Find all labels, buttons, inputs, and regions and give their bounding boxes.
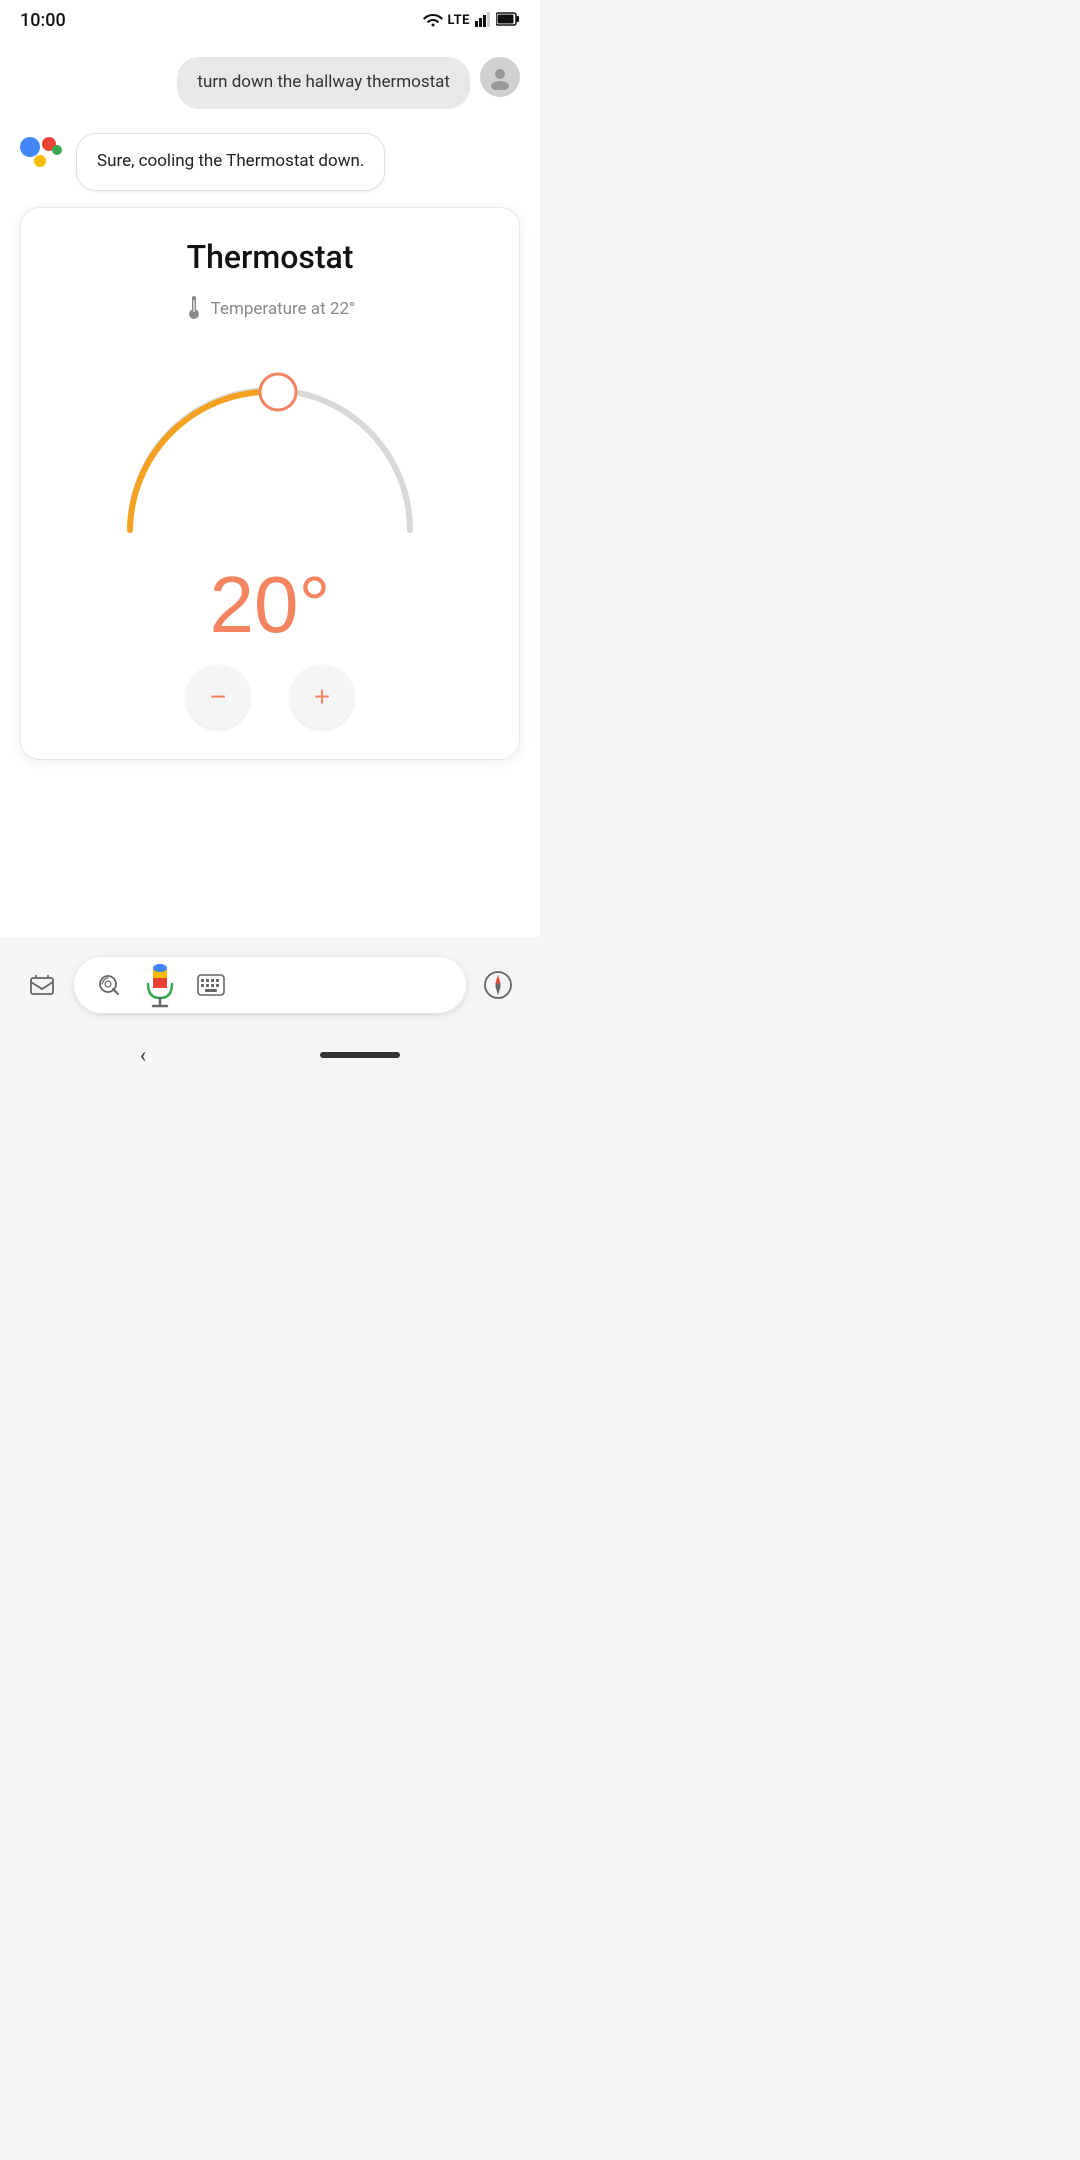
temperature-value: 20° [41, 565, 499, 645]
increase-button[interactable]: + [290, 665, 354, 729]
lte-label: LTE [448, 13, 470, 28]
lens-button[interactable] [92, 968, 126, 1002]
status-bar: 10:00 LTE [0, 0, 540, 37]
dial-svg [100, 345, 440, 545]
google-assistant-icon [20, 137, 64, 181]
thermostat-title: Thermostat [41, 238, 499, 276]
controls-row: − + [41, 665, 499, 729]
decrease-button[interactable]: − [186, 665, 250, 729]
inbox-button[interactable] [20, 963, 64, 1007]
temperature-label-row: Temperature at 22° [41, 294, 499, 325]
temperature-label: Temperature at 22° [211, 299, 356, 319]
thermometer-icon [185, 294, 203, 325]
dot-yellow [34, 155, 46, 167]
nav-bar: ‹ [0, 1033, 540, 1077]
microphone-button[interactable] [142, 962, 178, 1008]
keyboard-button[interactable] [194, 968, 228, 1002]
input-bar-container [0, 957, 540, 1013]
assistant-row: Sure, cooling the Thermostat down. [20, 133, 520, 191]
status-icons: LTE [423, 11, 520, 31]
user-bubble: turn down the hallway thermostat [177, 57, 470, 109]
home-pill[interactable] [320, 1052, 400, 1058]
user-message-text: turn down the hallway thermostat [197, 72, 450, 92]
input-pill [74, 957, 466, 1013]
thermostat-dial [100, 345, 440, 545]
back-button[interactable]: ‹ [140, 1043, 146, 1067]
battery-icon [496, 11, 520, 30]
bottom-area: ‹ [0, 937, 540, 1087]
compass-button[interactable] [476, 963, 520, 1007]
main-content: turn down the hallway thermostat Sure, c… [0, 37, 540, 937]
signal-icon [475, 11, 491, 31]
status-time: 10:00 [20, 10, 66, 31]
dot-green [52, 145, 62, 155]
dot-blue [20, 137, 40, 157]
user-avatar [480, 57, 520, 97]
thermostat-card: Thermostat Temperature at 22° [20, 207, 520, 760]
user-message-row: turn down the hallway thermostat [20, 57, 520, 109]
wifi-icon [423, 11, 443, 31]
assistant-message-text: Sure, cooling the Thermostat down. [97, 151, 364, 171]
assistant-bubble: Sure, cooling the Thermostat down. [76, 133, 385, 191]
